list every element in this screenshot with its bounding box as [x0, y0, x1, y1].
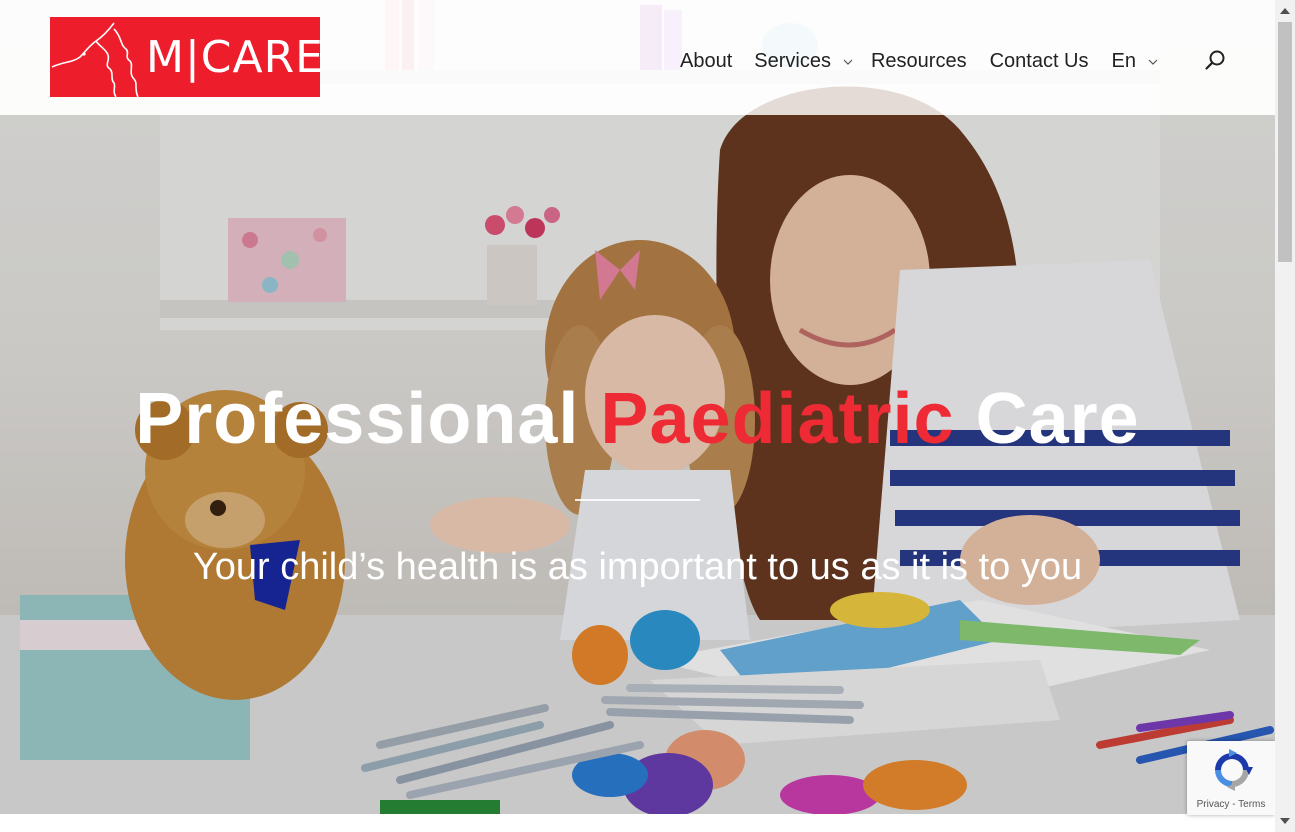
- nav-label-language: En: [1111, 49, 1136, 72]
- nav-item-services[interactable]: Services: [754, 50, 853, 73]
- hero-title: Professional Paediatric Care: [0, 374, 1275, 464]
- hero-overlay: [0, 115, 1275, 814]
- nav-item-about[interactable]: About: [680, 50, 732, 73]
- recaptcha-terms-link[interactable]: Terms: [1238, 799, 1265, 810]
- page-scrollbar[interactable]: [1275, 0, 1295, 832]
- page: M|CARE About Services Resources Contact …: [0, 0, 1295, 832]
- hero-divider: [575, 499, 700, 501]
- nav-label-resources: Resources: [870, 49, 967, 72]
- recaptcha-links: Privacy - Terms: [1187, 799, 1275, 810]
- hero-title-part1: Professional: [135, 379, 601, 459]
- scroll-up-arrow-icon[interactable]: [1280, 8, 1290, 14]
- nav-item-language[interactable]: En: [1112, 50, 1158, 73]
- nav-item-contact-us[interactable]: Contact Us: [990, 50, 1089, 73]
- scrollbar-thumb[interactable]: [1278, 22, 1292, 262]
- nav-label-contact-us: Contact Us: [989, 49, 1089, 72]
- nav-label-services: Services: [754, 49, 831, 72]
- search-icon[interactable]: [1204, 49, 1226, 71]
- logo-text: M|CARE: [146, 32, 324, 83]
- nav-item-resources[interactable]: Resources: [871, 50, 967, 73]
- main-navigation: About Services Resources Contact Us En: [680, 47, 1158, 75]
- recaptcha-icon: [1215, 749, 1253, 791]
- recaptcha-separator: -: [1229, 799, 1239, 810]
- hero-title-accent: Paediatric: [600, 379, 955, 459]
- site-logo[interactable]: M|CARE: [50, 17, 323, 97]
- hero-subtitle: Your child’s health is as important to u…: [192, 546, 1083, 588]
- nav-label-about: About: [680, 49, 733, 72]
- recaptcha-badge[interactable]: Privacy - Terms: [1187, 741, 1275, 815]
- chevron-down-icon: [1148, 59, 1158, 65]
- chevron-down-icon: [843, 59, 853, 65]
- recaptcha-privacy-link[interactable]: Privacy: [1197, 799, 1230, 810]
- hero-title-part2: Care: [954, 379, 1140, 459]
- page-bottom-edge: [0, 814, 1275, 832]
- site-header: M|CARE About Services Resources Contact …: [0, 0, 1275, 115]
- scroll-down-arrow-icon[interactable]: [1280, 818, 1290, 824]
